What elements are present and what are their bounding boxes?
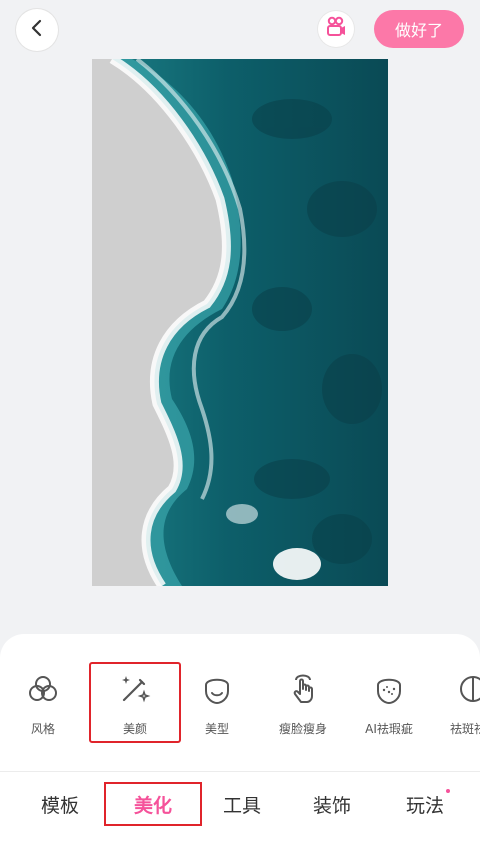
hand-touch-icon [286,672,320,706]
beach-aerial-image [92,59,388,586]
tool-style[interactable]: 风格 [0,664,86,744]
panel-divider [0,771,480,772]
tool-label: 美型 [204,722,229,736]
tool-label: 瘦脸瘦身 [278,722,327,736]
video-button[interactable] [318,11,354,47]
tab-decor[interactable]: 装饰 [287,784,377,824]
tab-beautify[interactable]: 美化 [104,782,202,826]
new-badge-dot [446,789,450,793]
tab-play[interactable]: 玩法 [380,784,470,824]
tool-face-shape[interactable]: 美型 [174,664,260,744]
tab-tools[interactable]: 工具 [197,784,287,824]
photo-preview[interactable] [92,59,388,586]
tool-beauty[interactable]: 美颜 [89,662,181,743]
style-circles-icon [26,672,60,706]
tool-label: 风格 [30,722,55,736]
face-outline-icon [200,672,234,706]
tool-ai-blemish[interactable]: AI祛瑕疵 [346,664,432,744]
done-button[interactable]: 做好了 [374,10,464,48]
tool-label: AI祛瑕疵 [365,722,413,736]
tool-slim[interactable]: 瘦脸瘦身 [260,664,346,744]
face-dots-icon [372,672,406,706]
chevron-left-icon [28,19,46,41]
back-button[interactable] [16,9,58,51]
tab-template[interactable]: 模板 [15,784,105,824]
magic-wand-icon [118,672,152,706]
tool-freckle[interactable]: 祛斑祛 [430,664,480,744]
tool-label: 祛斑祛 [450,722,480,736]
half-face-icon [456,672,480,706]
edit-panel: 风格 美颜 美型 瘦脸瘦身 AI祛瑕疵 祛斑 模板 美化 工具 装饰 玩法 [0,634,480,853]
top-bar: 做好了 [0,0,480,60]
video-camera-icon [325,16,347,42]
tool-label: 美颜 [122,722,147,736]
